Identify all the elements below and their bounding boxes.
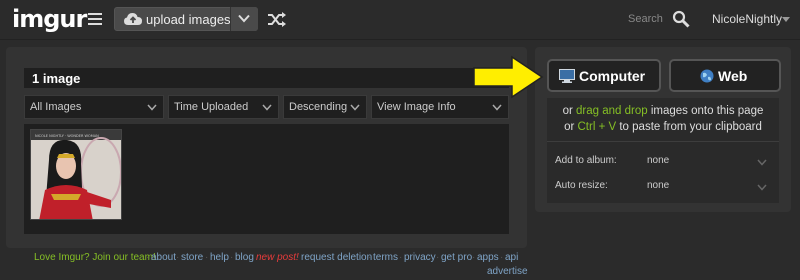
footer-terms-link[interactable]: terms [373,252,398,263]
footer: Love Imgur? Join our team! · about · sto… [0,252,800,280]
drop-zone[interactable]: or drag and drop images onto this page o… [547,98,779,203]
filter-descending[interactable]: Descending [283,95,367,119]
username-menu[interactable]: NicoleNightly [712,12,782,26]
album-label: Add to album: [555,155,617,166]
album-value: none [647,155,670,166]
cloud-upload-icon [124,13,142,25]
images-panel: 1 image All Images Time Uploaded Descend… [6,47,527,248]
top-bar: imgur upload images Search NicoleNightly [0,0,800,40]
image-thumbnail[interactable]: NICOLE NIGHTLY · WONDER WOMAN [30,129,122,220]
hint-text: or [564,121,578,133]
filter-time-uploaded[interactable]: Time Uploaded [168,95,279,119]
chevron-down-icon [147,104,157,111]
computer-label: Computer [579,68,646,84]
separator: · [368,252,372,263]
hint-text: to paste from your clipboard [616,121,762,133]
upload-from-web-button[interactable]: Web [669,59,781,92]
arrow-annotation-icon [473,55,544,99]
filter-label: View Image Info [377,101,456,113]
chevron-down-icon [757,184,767,191]
hint-text: images onto this page [647,105,764,117]
footer-request-deletion-link[interactable]: request deletion [301,252,372,263]
separator: · [176,252,180,263]
upload-panel: Computer Web or drag and drop images ont… [535,47,791,212]
thumbnail-photo: NICOLE NIGHTLY · WONDER WOMAN [31,130,121,219]
filter-label: Time Uploaded [174,101,249,113]
image-grid: NICOLE NIGHTLY · WONDER WOMAN [24,124,509,234]
upload-from-computer-button[interactable]: Computer [547,59,661,92]
globe-icon [700,69,714,83]
image-count-bar: 1 image [24,68,509,88]
resize-value: none [647,180,670,191]
image-count: 1 image [32,71,81,86]
footer-apps-link[interactable]: apps [477,252,499,263]
resize-label: Auto resize: [555,180,608,191]
monitor-icon [559,69,575,83]
chevron-down-icon [757,159,767,166]
separator: · [436,252,440,263]
upload-images-label: upload images [146,12,231,27]
search-icon[interactable] [672,10,690,28]
footer-advertise-link[interactable]: advertise [487,266,528,277]
search-label[interactable]: Search [628,13,663,25]
thumbnail-caption: NICOLE NIGHTLY · WONDER WOMAN [35,134,99,138]
imgur-logo[interactable]: imgur [12,5,87,33]
hamburger-menu-icon[interactable] [88,13,102,25]
footer-help-link[interactable]: help [210,252,229,263]
footer-privacy-link[interactable]: privacy [404,252,436,263]
drag-drop-link[interactable]: drag and drop [576,105,648,117]
separator: · [296,252,300,263]
shuffle-icon[interactable] [268,12,286,27]
separator: · [146,252,150,263]
separator: · [230,252,234,263]
upload-options-dropdown[interactable] [230,7,258,31]
drag-drop-hint: or drag and drop images onto this page [547,105,779,117]
join-team-link[interactable]: Love Imgur? Join our team! [34,252,156,263]
footer-blog-link[interactable]: blog [235,252,254,263]
paste-hint: or Ctrl + V to paste from your clipboard [547,121,779,133]
filter-label: Descending [289,101,348,113]
separator: · [472,252,476,263]
divider [547,141,779,142]
footer-store-link[interactable]: store [181,252,203,263]
footer-api-link[interactable]: api [505,252,518,263]
footer-get-pro-link[interactable]: get pro [441,252,472,263]
separator: · [205,252,209,263]
new-post-badge[interactable]: new post! [256,252,299,263]
footer-about-link[interactable]: about [151,252,176,263]
ctrl-v-shortcut: Ctrl + V [577,121,617,133]
filter-all-images[interactable]: All Images [24,95,164,119]
separator: · [500,252,504,263]
chevron-down-icon [262,104,272,111]
web-label: Web [718,68,748,84]
chevron-down-icon [350,104,360,111]
chevron-down-icon [492,104,502,111]
hint-text: or [562,105,577,117]
separator: · [399,252,403,263]
caret-down-icon[interactable] [782,17,790,22]
filter-label: All Images [30,101,82,113]
auto-resize-select[interactable]: Auto resize: none [555,177,771,197]
chevron-down-icon [238,14,250,23]
add-to-album-select[interactable]: Add to album: none [555,152,771,172]
